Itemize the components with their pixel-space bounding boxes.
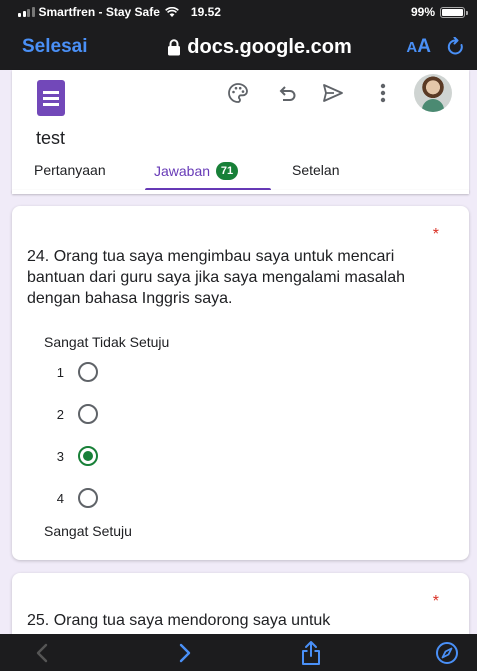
tab-settings-label: Setelan [292, 162, 340, 178]
browser-chrome: Smartfren - Stay Safe 19.52 99% Selesai … [0, 0, 477, 70]
radio-button[interactable] [78, 488, 98, 508]
option-4[interactable]: 4 [52, 486, 98, 510]
lock-icon [168, 38, 181, 55]
signal-icon [18, 7, 35, 17]
done-button[interactable]: Selesai [22, 36, 132, 58]
undo-icon[interactable] [274, 80, 300, 106]
forms-logo-icon[interactable] [37, 80, 65, 116]
more-vert-icon[interactable] [370, 80, 396, 106]
back-icon[interactable] [27, 639, 57, 667]
status-time: 19.52 [190, 5, 221, 19]
question-card: * 24. Orang tua saya mengimbau saya untu… [12, 206, 469, 560]
text-size-button[interactable]: AA [387, 36, 431, 58]
option-1[interactable]: 1 [52, 360, 98, 384]
radio-button[interactable] [78, 404, 98, 424]
question-text: 24. Orang tua saya mengimbau saya untuk … [27, 248, 405, 307]
palette-icon[interactable] [225, 80, 251, 106]
scale-high-label: Sangat Setuju [44, 523, 132, 539]
question-text: 25. Orang tua saya mendorong saya untuk [27, 612, 331, 629]
tab-responses[interactable]: Jawaban 71 [154, 162, 239, 180]
form-toolbar [12, 70, 469, 118]
radio-button-selected[interactable] [78, 446, 98, 466]
share-icon[interactable] [296, 639, 326, 667]
tab-responses-label: Jawaban [154, 163, 211, 179]
battery-icon [440, 6, 468, 18]
option-label: 4 [56, 490, 64, 506]
url-text: docs.google.com [187, 35, 352, 58]
option-label: 3 [56, 448, 64, 464]
form-header: test Pertanyaan Jawaban 71 Setelan [12, 70, 469, 192]
tab-settings[interactable]: Setelan [292, 162, 339, 178]
response-count-badge: 71 [216, 162, 239, 180]
option-label: 1 [56, 364, 64, 380]
compass-icon[interactable] [432, 639, 462, 667]
battery-percent: 99% [410, 5, 435, 19]
scale-low-label: Sangat Tidak Setuju [44, 334, 170, 350]
status-bar: Smartfren - Stay Safe 19.52 99% [0, 0, 477, 24]
form-tabs: Pertanyaan Jawaban 71 Setelan [12, 159, 469, 192]
form-title: test [36, 128, 66, 148]
send-icon[interactable] [320, 80, 346, 106]
reload-icon[interactable] [431, 37, 465, 57]
tab-questions-label: Pertanyaan [34, 162, 106, 178]
browser-toolbar [0, 634, 477, 671]
required-mark: * [432, 593, 439, 610]
wifi-icon [165, 6, 179, 17]
text-size-small: A [406, 39, 418, 56]
required-mark: * [432, 226, 439, 243]
address-bar[interactable]: docs.google.com [132, 36, 387, 59]
option-2[interactable]: 2 [52, 402, 98, 426]
forward-icon[interactable] [170, 639, 200, 667]
previous-card-edge [12, 190, 469, 194]
avatar[interactable] [414, 74, 452, 112]
carrier-name: Smartfren - Stay Safe [38, 5, 160, 19]
option-label: 2 [56, 406, 64, 422]
option-3[interactable]: 3 [52, 444, 98, 468]
radio-button[interactable] [78, 362, 98, 382]
text-size-big: A [417, 36, 431, 57]
tab-questions[interactable]: Pertanyaan [34, 162, 106, 178]
